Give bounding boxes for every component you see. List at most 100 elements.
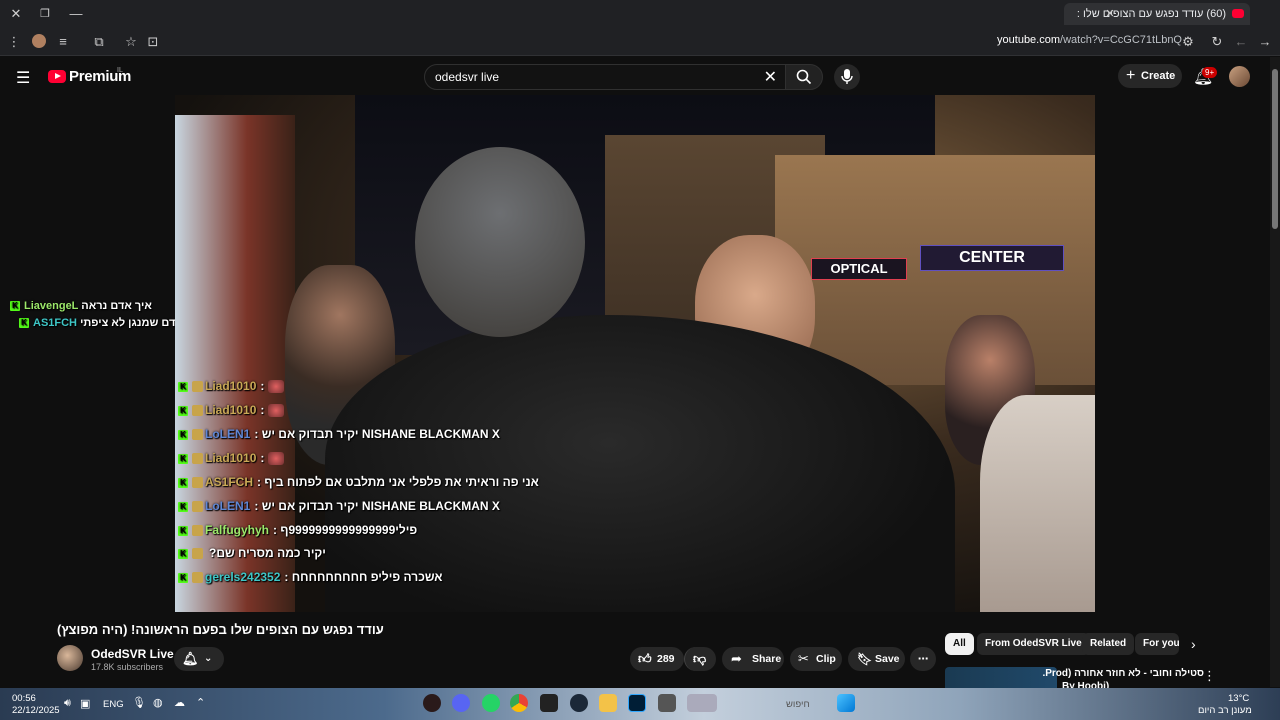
sub-badge-icon	[192, 572, 203, 584]
recommendation-menu-icon[interactable]: ⋮	[1203, 668, 1216, 684]
steam-icon[interactable]	[570, 694, 588, 712]
bookmark-icon: 🔖︎	[857, 652, 873, 666]
share-label: Share	[752, 653, 782, 665]
kick-badge-icon: K	[178, 429, 188, 440]
chat-username: gerels242352	[205, 570, 281, 584]
scissors-icon: ✂	[798, 651, 809, 666]
region-label: IL	[117, 67, 123, 74]
account-avatar[interactable]	[1229, 66, 1250, 87]
chip-all[interactable]: All	[945, 633, 974, 655]
taskbar-app-icon[interactable]	[687, 694, 717, 712]
show-hidden-icons-chevron-icon[interactable]: ⌃	[196, 696, 205, 709]
subscribed-bell-button[interactable]: 🔔︎ ⌄	[174, 647, 224, 671]
chat-line-outside: K LiavengeL איך אדם נראה	[10, 300, 152, 312]
install-app-icon[interactable]: ⊡	[143, 32, 163, 52]
scrollbar-thumb[interactable]	[1272, 69, 1278, 229]
extensions-icon[interactable]: ⧉	[89, 32, 109, 52]
weather-temp[interactable]: 13°C	[1228, 693, 1249, 704]
search-button[interactable]	[785, 64, 823, 90]
chat-message: אדם שמנגן לא ציפתי	[80, 317, 183, 329]
recommendation-thumbnail[interactable]	[945, 667, 1057, 689]
youtube-logo-icon[interactable]	[48, 70, 66, 83]
url-text[interactable]: youtube.com/watch?v=CcGC71tLbnQ	[997, 34, 1182, 46]
taskbar-app-icon[interactable]	[658, 694, 676, 712]
dislike-button[interactable]: 👎︎	[684, 647, 716, 671]
plus-icon: +	[1126, 67, 1136, 84]
create-button[interactable]: + Create	[1118, 64, 1182, 88]
taskbar-search-text[interactable]: חיפוש	[786, 699, 810, 710]
restore-window-icon[interactable]: ❐	[35, 4, 55, 24]
tray-app-icon[interactable]: ☁	[174, 696, 185, 709]
chat-username: LoLEN1	[205, 499, 251, 513]
volume-icon[interactable]: 🔊︎	[64, 697, 71, 710]
close-window-icon[interactable]: ✕	[6, 4, 26, 24]
clock-date[interactable]: 22/12/2025	[12, 705, 60, 716]
kick-badge-icon: K	[178, 453, 188, 464]
sub-badge-icon	[192, 501, 203, 513]
photoshop-icon[interactable]	[628, 694, 646, 712]
clip-button[interactable]: ✂ Clip	[790, 647, 842, 671]
back-icon[interactable]: →	[1255, 32, 1275, 52]
bookmark-star-icon[interactable]: ☆	[121, 32, 141, 52]
sub-badge-icon	[192, 429, 203, 441]
clear-search-icon[interactable]: ✕	[764, 67, 777, 87]
epic-games-icon[interactable]	[540, 694, 558, 712]
clock-time[interactable]: 00:56	[12, 693, 36, 704]
chat-username: Liad1010	[205, 403, 257, 417]
weather-text[interactable]: מעונן רב היום	[1198, 705, 1252, 716]
discord-icon[interactable]	[452, 694, 470, 712]
channel-avatar[interactable]	[57, 645, 83, 671]
search-box[interactable]: odedsvr live ✕	[424, 64, 786, 90]
like-button[interactable]: 👍︎ 289	[630, 647, 684, 671]
chip-related[interactable]: Related	[1082, 633, 1135, 655]
share-button[interactable]: ➦ Share	[722, 647, 784, 671]
chip-for-you[interactable]: For you	[1135, 633, 1179, 655]
whatsapp-icon[interactable]	[482, 694, 500, 712]
more-actions-button[interactable]: ⋯	[910, 647, 936, 671]
chevron-right-icon[interactable]: ›	[1191, 636, 1196, 652]
tray-app-icon[interactable]: ◍	[153, 696, 163, 709]
chat-username: Liad1010	[205, 379, 257, 393]
kick-badge-icon: K	[178, 477, 188, 488]
chat-line: K Liad1010:	[178, 403, 285, 418]
close-tab-icon[interactable]: ✕	[1100, 4, 1120, 24]
sub-badge-icon	[192, 477, 203, 489]
search-input[interactable]: odedsvr live	[435, 70, 499, 84]
chat-emote-icon	[268, 404, 285, 418]
tab-youtube[interactable]: (60) עודד נפגש עם הצופים שלו :	[1064, 3, 1250, 25]
chat-username: AS1FCH	[33, 317, 78, 329]
chat-emote-icon	[268, 380, 285, 394]
taskbar-app-icon[interactable]	[423, 694, 441, 712]
chat-line: K Liad1010:	[178, 451, 285, 466]
voice-search-button[interactable]	[834, 64, 860, 90]
input-language[interactable]: ENG	[103, 699, 124, 710]
chrome-icon[interactable]	[510, 694, 528, 712]
profile-icon[interactable]	[32, 34, 46, 48]
forward-icon[interactable]: ←	[1231, 32, 1251, 52]
chat-username: Liad1010	[205, 451, 257, 465]
more-horizontal-icon: ⋯	[917, 653, 929, 665]
hamburger-menu-icon[interactable]: ☰	[16, 68, 30, 88]
recommendation-title[interactable]: סטילה וחובי - לא חוזר אחורה (Prod.	[1042, 668, 1204, 679]
chat-line-outside: K AS1FCH אדם שמנגן לא ציפתי	[19, 317, 183, 329]
like-count: 289	[657, 653, 675, 665]
youtube-header: ☰ Premium IL odedsvr live ✕ + Create 🔔︎ 9…	[0, 57, 1270, 95]
kick-badge-icon: K	[178, 405, 188, 416]
reload-icon[interactable]: ↻	[1207, 32, 1227, 52]
minimize-window-icon[interactable]: —	[66, 4, 86, 24]
kick-badge-icon: K	[19, 318, 29, 329]
network-icon[interactable]: ▣	[80, 697, 90, 710]
windows-start-icon[interactable]	[837, 694, 855, 712]
save-button[interactable]: 🔖︎ Save	[848, 647, 905, 671]
mic-tray-icon[interactable]: 🎙︎	[132, 696, 146, 709]
chip-from-channel[interactable]: From OdedSVR Live	[977, 633, 1090, 655]
bell-icon: 🔔︎	[182, 651, 199, 666]
video-title: עודד נפגש עם הצופים שלו בפעם הראשונה! (ה…	[57, 622, 384, 637]
menu-dots-icon[interactable]: ⋮	[4, 32, 24, 52]
page-scrollbar[interactable]	[1270, 57, 1280, 687]
reading-list-icon[interactable]: ≡	[53, 32, 73, 52]
chat-message: : יקיר תבדוק אם יש NISHANE BLACKMAN X	[254, 427, 500, 441]
file-explorer-icon[interactable]	[599, 694, 617, 712]
channel-name[interactable]: OdedSVR Live	[91, 647, 174, 661]
site-settings-icon[interactable]: ⚙	[1178, 32, 1198, 52]
